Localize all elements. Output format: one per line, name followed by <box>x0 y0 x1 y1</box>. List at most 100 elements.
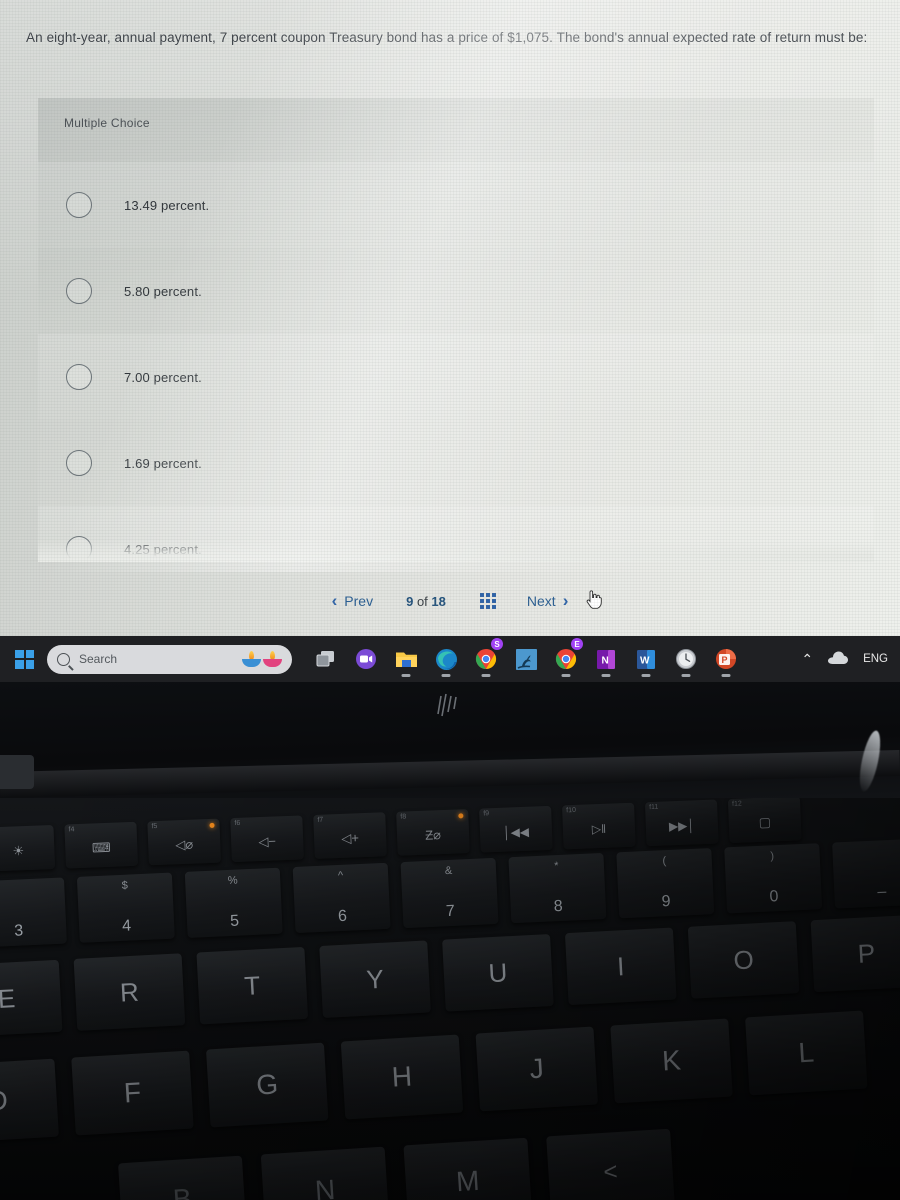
volume-down-icon: ◁− <box>258 832 277 849</box>
chrome-browser-icon[interactable]: S <box>466 636 506 682</box>
chrome-browser-icon-2[interactable]: E <box>546 636 586 682</box>
powerpoint-icon[interactable]: P <box>706 636 746 682</box>
key-9[interactable]: ( 9 <box>616 848 715 919</box>
keyboard-backlight-icon: ⌨ <box>91 839 111 856</box>
volume-up-icon: ◁+ <box>341 829 360 846</box>
key-f9-previous[interactable]: f9 │◀◀ <box>479 805 553 853</box>
key-p[interactable]: P <box>810 914 900 993</box>
chrome-badge-e: E <box>571 638 583 650</box>
next-chevron-icon[interactable]: › <box>563 591 569 611</box>
svg-text:N: N <box>602 655 609 666</box>
letter-key-row-2: D F G H J K L <box>0 1010 868 1144</box>
radio-button-3[interactable] <box>66 364 92 390</box>
key-n[interactable]: N <box>260 1146 390 1200</box>
key-minus[interactable]: – <box>832 838 900 909</box>
key-l[interactable]: L <box>745 1010 868 1096</box>
key-f12-screen[interactable]: f12 ▢ <box>727 798 802 844</box>
diwali-diya-lamps-icon <box>242 649 282 668</box>
key-comma-left-angle[interactable]: < <box>546 1128 675 1200</box>
key-f4[interactable]: f4 ⌨ <box>64 821 139 869</box>
radio-button-4[interactable] <box>66 450 92 476</box>
question-card: Multiple Choice 13.49 percent. 5.80 perc… <box>38 98 874 558</box>
onenote-icon[interactable]: N <box>586 636 626 682</box>
cloud-icon[interactable] <box>827 651 849 668</box>
answer-option-label: 1.69 percent. <box>124 455 202 471</box>
answer-option-label: 5.80 percent. <box>124 283 202 299</box>
key-5[interactable]: % 5 <box>184 867 283 938</box>
key-4[interactable]: $ 4 <box>76 872 175 943</box>
reading-app-icon[interactable] <box>506 636 546 682</box>
key-t[interactable]: T <box>196 946 309 1025</box>
mic-mute-led-indicator <box>458 813 464 819</box>
current-page: 9 <box>406 593 414 609</box>
hidden-icons-chevron-icon[interactable]: ⌃ <box>801 651 813 668</box>
total-pages: 18 <box>431 593 446 609</box>
edge-browser-icon[interactable] <box>426 636 466 682</box>
answer-option-3[interactable]: 7.00 percent. <box>38 334 874 420</box>
mic-mute-icon: Ƶ⌀ <box>424 826 442 843</box>
key-f5-mute[interactable]: f5 ◁⌀ <box>147 818 221 866</box>
key-f11-next[interactable]: f11 ▶▶│ <box>644 799 719 847</box>
task-view-icon[interactable] <box>306 636 346 682</box>
answer-option-1[interactable]: 13.49 percent. <box>38 162 874 248</box>
brightness-icon: ☀ <box>12 842 25 859</box>
prev-button[interactable]: Prev <box>337 593 380 609</box>
key-f7-volume-up[interactable]: f7 ◁+ <box>313 812 387 859</box>
file-explorer-icon[interactable] <box>386 636 426 682</box>
hp-logo <box>437 693 457 717</box>
answer-option-label: 13.49 percent. <box>124 197 210 213</box>
key-f10-play-pause[interactable]: f10 ▷‖ <box>562 802 636 850</box>
key-d[interactable]: D <box>0 1058 59 1144</box>
key-r[interactable]: R <box>73 953 186 1031</box>
key-e[interactable]: E <box>0 959 63 1038</box>
clock-icon[interactable] <box>666 636 706 682</box>
key-u[interactable]: U <box>442 934 554 1012</box>
next-button[interactable]: Next <box>520 593 563 609</box>
laptop-photo: An eight-year, annual payment, 7 percent… <box>0 0 900 1200</box>
key-j[interactable]: J <box>475 1026 598 1112</box>
language-indicator[interactable]: ENG <box>863 653 888 665</box>
key-m[interactable]: M <box>403 1137 533 1200</box>
play-pause-icon: ▷‖ <box>591 821 607 836</box>
laptop-left-edge <box>0 755 34 789</box>
windows-start-icon[interactable] <box>15 649 34 669</box>
key-h[interactable]: H <box>340 1034 464 1120</box>
key-f[interactable]: F <box>71 1050 194 1136</box>
key-o[interactable]: O <box>687 921 800 999</box>
svg-text:W: W <box>640 655 650 666</box>
scroll-fade <box>38 540 874 562</box>
key-i[interactable]: I <box>564 927 677 1006</box>
key-k[interactable]: K <box>610 1018 733 1104</box>
key-f8-mic-mute[interactable]: f8 Ƶ⌀ <box>396 809 470 856</box>
key-8[interactable]: * 8 <box>508 852 607 924</box>
word-icon[interactable]: W <box>626 636 666 682</box>
search-input[interactable]: Search <box>47 644 292 674</box>
key-b[interactable]: B <box>118 1155 247 1200</box>
key-0[interactable]: ) 0 <box>724 843 823 914</box>
key-6[interactable]: ^ 6 <box>292 862 391 934</box>
laptop-keyboard: f3 ☀ f4 ⌨ f5 ◁⌀ f6 ◁− f7 ◁+ f8 <box>0 798 900 1200</box>
grid-view-icon[interactable] <box>479 593 496 609</box>
svg-text:P: P <box>722 655 728 665</box>
key-f3[interactable]: f3 ☀ <box>0 824 56 872</box>
key-7[interactable]: & 7 <box>400 857 499 929</box>
key-g[interactable]: G <box>206 1042 329 1128</box>
radio-button-1[interactable] <box>66 192 92 218</box>
search-placeholder: Search <box>79 652 118 666</box>
laptop-screen: An eight-year, annual payment, 7 percent… <box>0 0 900 636</box>
chat-video-icon[interactable] <box>346 636 386 682</box>
key-y[interactable]: Y <box>319 940 431 1018</box>
question-stem: An eight-year, annual payment, 7 percent… <box>26 30 868 45</box>
key-3[interactable]: 3 <box>0 877 67 948</box>
question-type-label: Multiple Choice <box>64 116 150 130</box>
radio-button-2[interactable] <box>66 278 92 304</box>
taskbar-tray: ⌃ ENG <box>801 651 900 668</box>
key-f6-volume-down[interactable]: f6 ◁− <box>230 815 304 863</box>
volume-mute-icon: ◁⌀ <box>175 836 194 852</box>
mute-led-indicator <box>209 822 215 828</box>
previous-track-icon: │◀◀ <box>502 824 530 840</box>
next-track-icon: ▶▶│ <box>668 817 696 833</box>
answer-option-2[interactable]: 5.80 percent. <box>38 248 874 334</box>
search-icon <box>57 652 70 666</box>
answer-option-4[interactable]: 1.69 percent. <box>38 420 874 506</box>
